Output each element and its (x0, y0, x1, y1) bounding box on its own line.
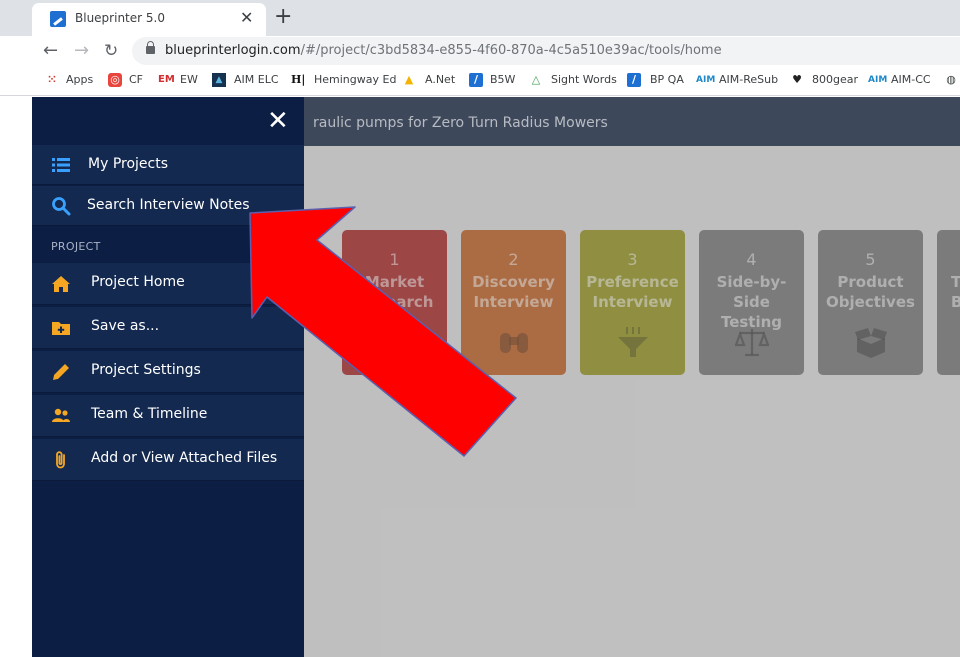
drawer-item-label: Project Home (91, 274, 185, 290)
card-number: 4 (746, 250, 757, 269)
cf-icon[interactable]: ◎ (108, 73, 122, 87)
aim-cc-icon[interactable]: AIM (868, 73, 887, 87)
tool-card-product-objectives[interactable]: 5 Product Objectives (818, 230, 923, 375)
bookmark-aim-cc[interactable]: AIM-CC (891, 73, 931, 86)
browser-toolbar: ← → ↻ blueprinterlogin.com/#/project/c3b… (0, 36, 960, 66)
bookmark-aim-resub[interactable]: AIM-ReSub (719, 73, 778, 86)
search-icon (52, 197, 71, 216)
navigation-drawer: ✕ My Projects Search Interview Notes PRO… (32, 97, 304, 657)
aim-resub-icon[interactable]: AIM (696, 73, 715, 87)
address-bar[interactable]: blueprinterlogin.com/#/project/c3bd5834-… (132, 37, 960, 65)
bookmark-b5w[interactable]: B5W (490, 73, 515, 86)
tool-card-discovery-interview[interactable]: 2 Discovery Interview (461, 230, 566, 375)
folder-plus-icon (52, 322, 70, 335)
bookmark-anet[interactable]: A.Net (425, 73, 455, 86)
card-title: Product Objectives (826, 273, 915, 311)
url-text: blueprinterlogin.com/#/project/c3bd5834-… (165, 43, 722, 58)
url-host: blueprinterlogin.com (165, 43, 301, 58)
box-icon (855, 328, 887, 358)
drawer-item-my-projects[interactable]: My Projects (32, 145, 304, 185)
bookmark-bp-qa[interactable]: BP QA (650, 73, 684, 86)
close-icon[interactable]: ✕ (267, 105, 289, 137)
tool-card-side-by-side-testing[interactable]: 4 Side-by-Side Testing (699, 230, 804, 375)
card-title: Discovery Interview (472, 273, 555, 311)
screen: Blueprinter 5.0 ✕ + ← → ↻ blueprinterlog… (0, 0, 960, 657)
scales-icon (735, 329, 769, 357)
reload-icon[interactable]: ↻ (104, 39, 118, 63)
drawer-item-label: My Projects (88, 156, 169, 172)
drawer-item-label: Search Interview Notes (87, 197, 250, 213)
drawer-item-project-settings[interactable]: Project Settings (32, 351, 304, 393)
800gear-icon[interactable]: ♥ (790, 73, 804, 87)
drawer-item-label: Add or View Attached Files (91, 450, 278, 466)
funnel-icon (618, 327, 648, 357)
browser-tab[interactable]: Blueprinter 5.0 ✕ (32, 3, 266, 36)
bookmark-apps[interactable]: Apps (66, 73, 93, 86)
tab-title: Blueprinter 5.0 (75, 11, 165, 25)
b5w-icon[interactable]: / (469, 73, 483, 87)
bookmark-aim-elc[interactable]: AIM ELC (234, 73, 279, 86)
drawer-item-label: Project Settings (91, 362, 201, 378)
list-icon (52, 158, 70, 172)
back-arrow-icon[interactable]: ← (43, 39, 58, 63)
tool-card-market-research[interactable]: 1 Market Research (342, 230, 447, 375)
globe-icon[interactable]: ◍ (944, 73, 958, 87)
bookmark-ew[interactable]: EW (180, 73, 198, 86)
card-number: 3 (627, 250, 638, 269)
bookmark-cf[interactable]: CF (129, 73, 143, 86)
drawer-item-project-home[interactable]: Project Home (32, 263, 304, 305)
url-path: /#/project/c3bd5834-e855-4f60-870a-4c5a5… (300, 43, 722, 58)
section-label-project: PROJECT (51, 240, 101, 253)
new-tab-icon[interactable]: + (274, 3, 292, 31)
drawer-item-attached-files[interactable]: Add or View Attached Files (32, 439, 304, 481)
drawer-item-label: Save as... (91, 318, 160, 334)
sight-words-icon[interactable]: △ (529, 73, 543, 87)
bp-qa-icon[interactable]: / (627, 73, 641, 87)
bookmark-sight-words[interactable]: Sight Words (551, 73, 617, 86)
card-title: Market Research (355, 273, 434, 311)
binoculars-icon (500, 333, 528, 353)
drawer-item-label: Team & Timeline (91, 406, 208, 422)
bookmarks-bar: ⁙ Apps ◎ CF EM EW ▲ AIM ELC H| Hemingway… (0, 66, 960, 96)
team-icon (52, 408, 70, 422)
blueprinter-favicon-icon (50, 11, 66, 27)
drawer-item-search-interview-notes[interactable]: Search Interview Notes (32, 186, 304, 226)
paperclip-icon (56, 451, 65, 469)
forward-arrow-icon[interactable]: → (74, 39, 89, 63)
card-title: Side-by-Side Testing (716, 273, 787, 331)
drawer-item-team-timeline[interactable]: Team & Timeline (32, 395, 304, 437)
anet-icon[interactable]: ▲ (402, 73, 416, 87)
card-title: TB (951, 273, 960, 311)
binoculars-icon (381, 333, 409, 353)
bookmark-800gear[interactable]: 800gear (812, 73, 858, 86)
apps-grid-icon[interactable]: ⁙ (45, 73, 59, 87)
tab-close-icon[interactable]: ✕ (240, 8, 253, 28)
tool-card-preference-interview[interactable]: 3 Preference Interview (580, 230, 685, 375)
bookmark-hemingway[interactable]: Hemingway Ed (314, 73, 396, 86)
browser-tabstrip: Blueprinter 5.0 ✕ + (0, 0, 960, 36)
card-number: 5 (865, 250, 876, 269)
card-number: 2 (508, 250, 519, 269)
blueprinter-app: raulic pumps for Zero Turn Radius Mowers… (32, 97, 960, 657)
pencil-icon (53, 364, 69, 380)
lock-icon (146, 41, 155, 54)
tool-card-partial[interactable]: TB (937, 230, 960, 375)
card-number: 1 (389, 250, 400, 269)
em-icon[interactable]: EM (158, 73, 175, 87)
project-title: raulic pumps for Zero Turn Radius Mowers (313, 115, 608, 131)
aim-elc-icon[interactable]: ▲ (212, 73, 226, 87)
drawer-item-save-as[interactable]: Save as... (32, 307, 304, 349)
card-title: Preference Interview (586, 273, 679, 311)
home-icon (52, 276, 70, 292)
hemingway-icon[interactable]: H| (291, 73, 305, 87)
